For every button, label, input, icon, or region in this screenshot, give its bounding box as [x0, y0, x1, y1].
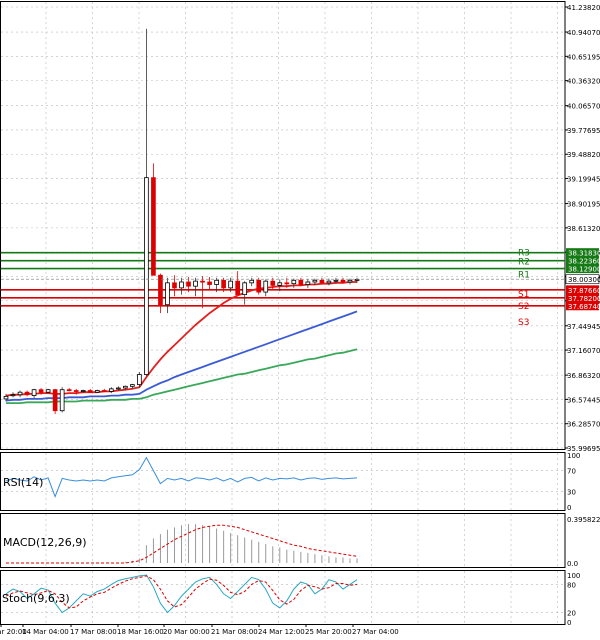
candle-body: [10, 394, 16, 397]
rsi-label: RSI(14): [3, 476, 43, 489]
x-tick-label: 27 Mar 04:00: [352, 628, 399, 636]
x-tick-label: 24 Mar 12:00: [258, 628, 305, 636]
candle-body: [263, 280, 269, 293]
candle-body: [59, 389, 65, 412]
candle-body: [31, 389, 37, 396]
candle-body: [52, 389, 58, 412]
support-tag-s3: 37.68740: [568, 303, 600, 311]
candle-body: [179, 281, 184, 289]
support-label-s3: S3: [518, 318, 529, 328]
candle-body: [73, 390, 79, 392]
candle-body: [214, 279, 219, 285]
y-tick-label: 36.57445: [567, 396, 600, 404]
candle-body: [45, 389, 51, 393]
candle-body: [186, 281, 191, 287]
candle-body: [200, 280, 205, 283]
candle-body: [151, 177, 156, 276]
y-tick-label: 40.06570: [567, 103, 600, 111]
candle-body: [242, 282, 248, 296]
y-tick-label: 40.94070: [567, 29, 600, 37]
candle-body: [249, 279, 255, 284]
y-tick-label: 37.44945: [567, 323, 600, 331]
panel-frame-rsi: [0, 452, 566, 511]
candle-body: [108, 388, 114, 392]
resistance-label-r2: R2: [518, 258, 530, 268]
candle-body: [284, 282, 290, 285]
candle-body: [24, 391, 30, 396]
candle-body: [319, 279, 325, 284]
y-tick-label: 40.65195: [567, 53, 600, 61]
y-tick-label: 38.90195: [567, 201, 600, 209]
candle-body: [340, 279, 346, 283]
chart-svg[interactable]: 41.23820 40.94070 40.65195 40.36320 40.06570…: [0, 0, 600, 640]
support-label-s1: S1: [518, 290, 529, 300]
x-tick-label: 20 Mar 00:00: [163, 628, 210, 636]
y-tick-label: 39.48820: [567, 151, 600, 159]
y-tick-label: 36.86320: [567, 372, 600, 380]
support-label-s2: S2: [518, 302, 529, 312]
x-tick-label: 25 Mar 20:00: [305, 628, 352, 636]
stoch-tick-label: 20: [567, 610, 576, 618]
current-price-tag: 38.00300: [568, 276, 600, 284]
candle-body: [87, 390, 93, 393]
panel-frame-main: [0, 1, 566, 450]
rsi-tick-label: 70: [567, 468, 576, 476]
x-tick-label: 18 Mar 16:00: [117, 628, 164, 636]
y-tick-label: 38.61320: [567, 225, 600, 233]
candle-body: [158, 274, 163, 306]
x-tick-label: 17 Mar 08:00: [70, 628, 117, 636]
panel-frame-stoch: [0, 570, 566, 625]
candle-body: [115, 387, 121, 390]
candle-body: [347, 279, 353, 283]
candle-body: [144, 177, 149, 375]
candle-body: [305, 281, 311, 285]
y-tick-label: 39.77695: [567, 127, 600, 135]
candle-body: [165, 282, 170, 306]
macd-tick-max: 0.395822: [567, 516, 600, 524]
rsi-tick-label: 100: [567, 452, 580, 460]
candle-body: [137, 374, 142, 386]
candle-body: [101, 390, 107, 392]
candle-body: [333, 279, 339, 282]
candle-body: [228, 280, 233, 289]
y-tick-label: 39.19945: [567, 176, 600, 184]
stoch-tick-label: 0: [567, 619, 571, 627]
stoch-label: Stoch(9,6,3): [2, 592, 70, 605]
candle-body: [3, 396, 9, 400]
candle-body: [80, 390, 86, 392]
candle-body: [123, 385, 128, 389]
macd-label: MACD(12,26,9): [3, 536, 87, 549]
candle-body: [354, 279, 360, 281]
candle-body: [270, 280, 276, 286]
candle-body: [172, 282, 177, 289]
candle-body: [130, 384, 135, 387]
resistance-tag-r1: 38.12900: [568, 266, 600, 274]
resistance-label-r1: R1: [518, 271, 530, 281]
candle-body: [17, 391, 23, 396]
candle-body: [256, 279, 262, 293]
candle-body: [326, 280, 332, 284]
candle-body: [38, 389, 44, 393]
candle-body: [277, 282, 283, 286]
candle-body: [94, 390, 100, 393]
stoch-tick-label: 100: [567, 572, 580, 580]
candle-body: [207, 281, 212, 285]
candle-body: [193, 280, 198, 287]
candle-body: [312, 279, 318, 283]
y-tick-label: 40.36320: [567, 78, 600, 86]
candle-body: [235, 280, 240, 296]
candle-body: [66, 389, 72, 392]
candle-body: [221, 279, 226, 289]
x-tick-label: 21 Mar 08:00: [211, 628, 258, 636]
y-tick-label: 36.28570: [567, 421, 600, 429]
y-tick-label: 37.16070: [567, 347, 600, 355]
rsi-tick-label: 0: [567, 504, 571, 512]
y-tick-label: 41.23820: [567, 4, 600, 12]
stoch-tick-label: 80: [567, 581, 576, 589]
candle-body: [291, 279, 297, 285]
candle-body: [298, 279, 304, 285]
x-tick-label: 14 Mar 04:00: [22, 628, 69, 636]
macd-tick-zero: 0.0: [567, 560, 578, 568]
rsi-tick-label: 30: [567, 488, 576, 496]
